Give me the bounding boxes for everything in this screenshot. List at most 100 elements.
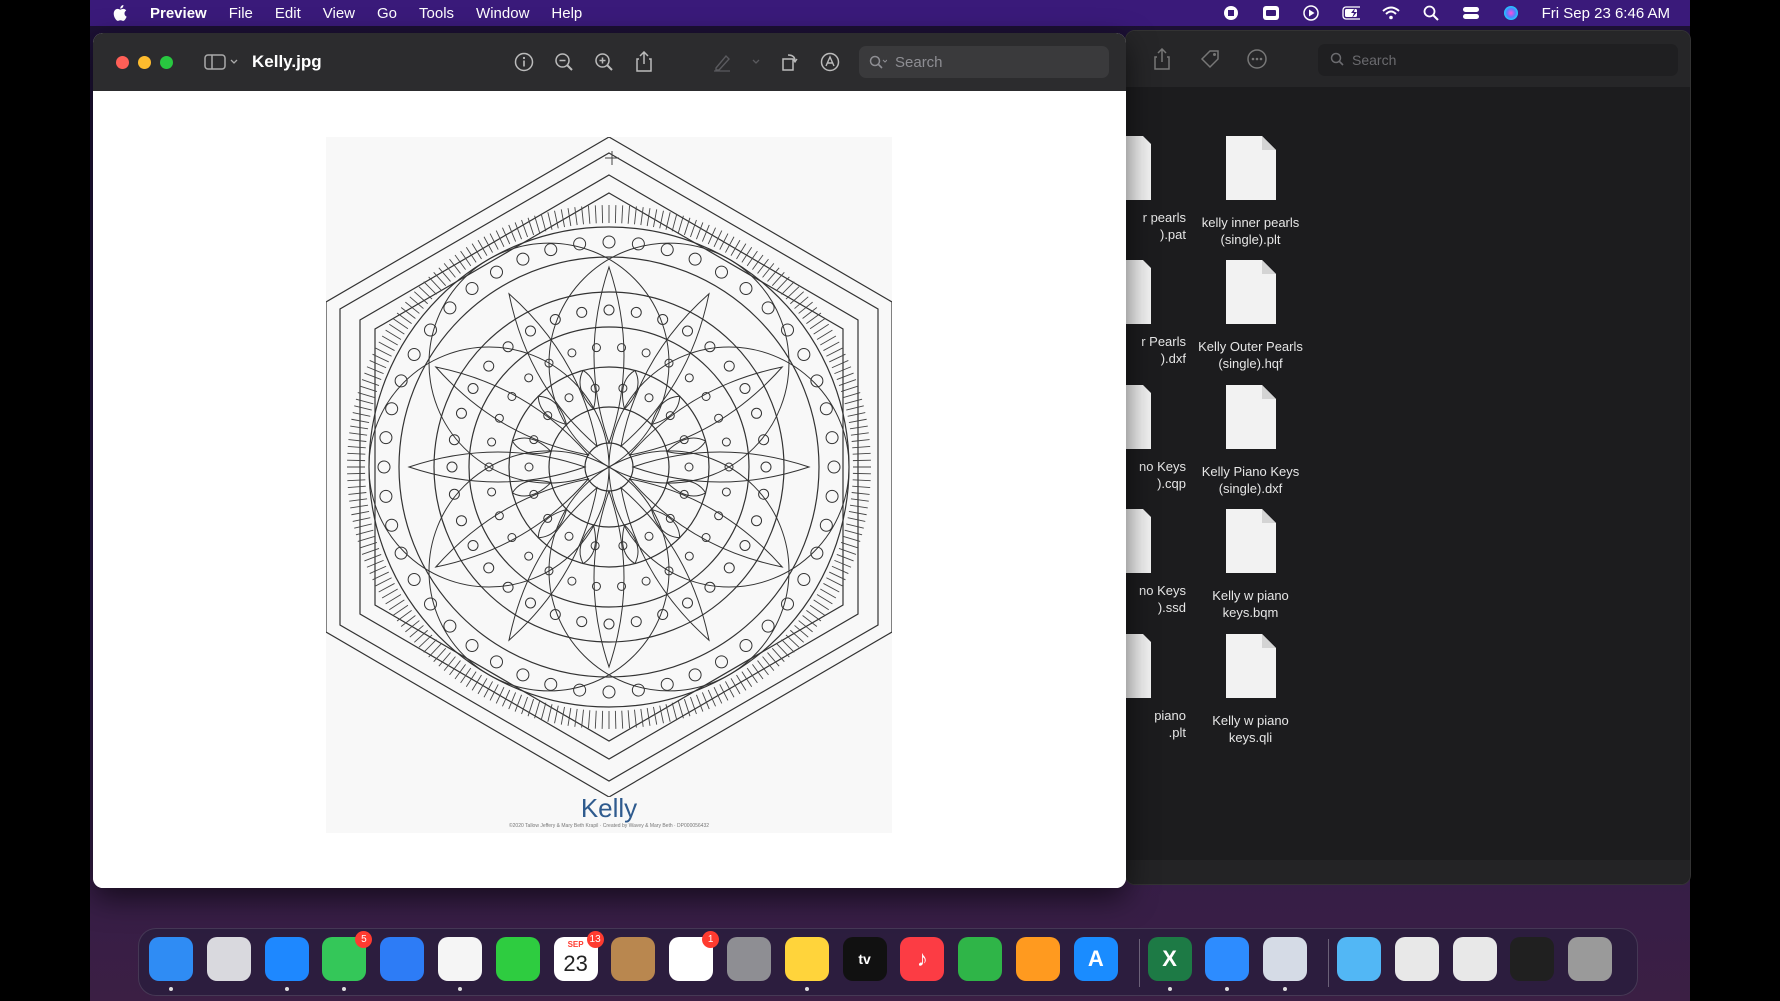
dock-app-downloads[interactable]: [1337, 937, 1381, 981]
dock: 5 SEP 23 13 1 tv ♪ A X: [138, 928, 1638, 996]
dock-app-recent-2[interactable]: [1452, 937, 1497, 981]
file-item[interactable]: r pearls).pat: [1126, 136, 1186, 260]
file-label: Kelly Outer Pearls (single).hqf: [1198, 339, 1303, 371]
wifi-icon[interactable]: [1381, 5, 1400, 21]
close-button[interactable]: [116, 55, 129, 69]
battery-icon[interactable]: [1341, 5, 1360, 21]
file-item[interactable]: Kelly Piano Keys (single).dxf: [1188, 385, 1313, 509]
search-icon: [1330, 52, 1344, 69]
control-center-icon[interactable]: [1462, 5, 1480, 21]
zoom-button[interactable]: [160, 55, 173, 69]
menu-edit[interactable]: Edit: [275, 5, 301, 22]
dock-app-glyph: X: [1162, 946, 1177, 971]
dock-app-recent-3[interactable]: [1510, 937, 1555, 981]
dock-app-safari[interactable]: [264, 937, 309, 991]
dock-app-trash[interactable]: [1568, 937, 1613, 981]
image-page: Kelly ©2020 Tallow Jeffery & Mary Beth K…: [326, 137, 892, 833]
dock-app-app-store[interactable]: A: [1073, 937, 1118, 981]
document-icon: [1225, 260, 1276, 324]
markup-pen-icon[interactable]: [711, 51, 733, 73]
document-icon: [1126, 260, 1151, 324]
running-indicator: [284, 987, 289, 991]
file-item[interactable]: Kelly w piano keys.bqm: [1188, 509, 1313, 633]
dock-app-messages[interactable]: 5: [322, 931, 373, 991]
dock-app-calendar[interactable]: SEP 23 13: [553, 931, 604, 981]
file-label: Kelly w piano keys.bqm: [1212, 588, 1289, 620]
document-icon: [1126, 509, 1151, 573]
dock-app-pages[interactable]: [1016, 937, 1060, 981]
file-item[interactable]: no Keys).ssd: [1126, 509, 1186, 633]
dock-app-excel[interactable]: X: [1147, 937, 1192, 991]
play-icon[interactable]: [1302, 5, 1320, 21]
finder-search-placeholder: Search: [1352, 52, 1397, 68]
annotate-icon[interactable]: [819, 51, 841, 73]
spotlight-icon[interactable]: [1422, 5, 1440, 21]
image-canvas[interactable]: Kelly ©2020 Tallow Jeffery & Mary Beth K…: [93, 91, 1126, 888]
file-label-partial: r pearls).pat: [1142, 210, 1186, 242]
dock-app-glyph: tv: [858, 951, 871, 967]
dock-app-facetime[interactable]: [495, 937, 540, 981]
dock-app-mail[interactable]: [380, 937, 425, 981]
document-icon: [1225, 136, 1276, 200]
dock-app-system-preferences[interactable]: [727, 937, 771, 981]
screen: Preview File Edit View Go Tools Window H…: [0, 0, 1780, 1001]
dock-app-numbers[interactable]: [958, 937, 1003, 981]
preview-search-field[interactable]: [859, 46, 1109, 78]
preview-toolbar: Kelly.jpg: [93, 33, 1126, 91]
running-indicator: [1167, 987, 1172, 991]
menu-file[interactable]: File: [229, 5, 253, 22]
menubar-clock[interactable]: Fri Sep 23 6:46 AM: [1542, 5, 1670, 22]
dock-app-notes[interactable]: [784, 937, 829, 991]
file-item[interactable]: Kelly w piano keys.qli: [1188, 634, 1313, 758]
file-item[interactable]: no Keys).cqp: [1126, 385, 1186, 509]
finder-path-bar: [1126, 860, 1690, 884]
dock-separator: [1328, 939, 1329, 987]
siri-icon[interactable]: [1502, 5, 1520, 21]
apple-logo-icon[interactable]: [110, 4, 132, 22]
dock-app-recent-1[interactable]: [1394, 937, 1439, 981]
zoom-in-icon[interactable]: [593, 51, 615, 73]
menu-tools[interactable]: Tools: [419, 5, 454, 22]
menu-app-name[interactable]: Preview: [150, 5, 207, 22]
screen-record-icon[interactable]: [1222, 5, 1240, 21]
dock-app-launchpad[interactable]: [206, 937, 251, 981]
sidebar-toggle-button[interactable]: [204, 54, 238, 70]
running-indicator: [1225, 987, 1230, 991]
minimize-button[interactable]: [138, 55, 151, 69]
file-item[interactable]: kelly inner pearls (single).plt: [1188, 136, 1313, 260]
dock-app-reminders[interactable]: 1: [669, 931, 720, 981]
dock-app-zoom[interactable]: [1205, 937, 1250, 991]
search-input[interactable]: [895, 53, 1085, 71]
dock-app-preview[interactable]: [1263, 937, 1308, 991]
dock-app-photos[interactable]: [438, 937, 482, 991]
dock-separator: [1138, 939, 1140, 987]
zoom-out-icon[interactable]: [553, 51, 575, 73]
dock-app-contacts[interactable]: [611, 937, 656, 981]
dock-app-finder[interactable]: [149, 937, 193, 991]
running-indicator: [804, 987, 809, 991]
tag-icon[interactable]: [1198, 47, 1222, 71]
document-icon: [1126, 385, 1151, 449]
menu-help[interactable]: Help: [551, 5, 582, 22]
menu-bar: Preview File Edit View Go Tools Window H…: [90, 0, 1690, 26]
running-indicator: [1283, 987, 1288, 991]
share-icon[interactable]: [633, 51, 655, 73]
menu-view[interactable]: View: [323, 5, 355, 22]
file-item[interactable]: piano .plt: [1126, 634, 1186, 758]
calendar-day: 23: [563, 951, 588, 976]
chevron-down-icon[interactable]: [751, 51, 761, 73]
finder-search-field[interactable]: Search: [1318, 44, 1678, 76]
document-icon: [1126, 634, 1151, 698]
dock-app-tv[interactable]: tv: [842, 937, 887, 981]
info-icon[interactable]: [513, 51, 535, 73]
menu-go[interactable]: Go: [377, 5, 397, 22]
file-item[interactable]: r Pearls).dxf: [1126, 260, 1186, 384]
share-icon[interactable]: [1150, 47, 1174, 71]
menu-window[interactable]: Window: [476, 5, 529, 22]
running-indicator: [458, 987, 462, 991]
caption-icon[interactable]: [1262, 5, 1280, 21]
dock-app-music[interactable]: ♪: [900, 937, 945, 981]
file-item[interactable]: Kelly Outer Pearls (single).hqf: [1188, 260, 1313, 384]
rotate-icon[interactable]: [779, 51, 801, 73]
more-icon[interactable]: [1246, 47, 1270, 71]
